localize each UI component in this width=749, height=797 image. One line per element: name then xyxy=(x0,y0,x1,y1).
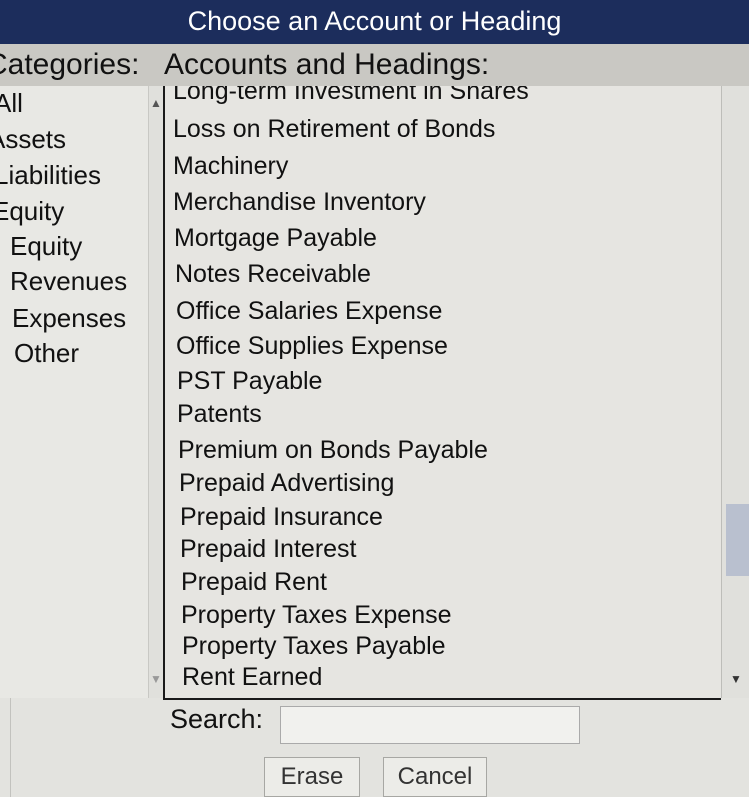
accounts-list[interactable]: Long-term Investment in Shares Loss on R… xyxy=(163,86,721,700)
scroll-down-arrow-icon[interactable]: ▼ xyxy=(149,672,163,686)
category-item-revenues[interactable]: Revenues xyxy=(10,266,127,297)
list-item[interactable]: Office Supplies Expense xyxy=(176,331,448,361)
list-item[interactable]: Rent Earned xyxy=(182,662,322,692)
list-item[interactable]: PST Payable xyxy=(177,366,322,396)
list-item[interactable]: Machinery xyxy=(173,151,288,181)
search-label: Search: xyxy=(170,704,264,734)
accounts-heading: Accounts and Headings: xyxy=(164,48,490,81)
list-item[interactable]: Merchandise Inventory xyxy=(173,187,426,217)
search-input[interactable] xyxy=(280,706,580,744)
category-item-equity-sub[interactable]: Equity xyxy=(10,231,82,262)
accounts-scroll-thumb[interactable] xyxy=(726,504,749,576)
category-item-all[interactable]: All xyxy=(0,88,23,119)
list-item[interactable]: Mortgage Payable xyxy=(174,223,377,253)
list-item[interactable]: Patents xyxy=(177,399,262,429)
list-item[interactable]: Prepaid Advertising xyxy=(179,468,394,498)
account-chooser-window: Choose an Account or Heading Categories:… xyxy=(0,0,749,797)
accounts-scrollbar[interactable]: ▼ xyxy=(721,86,749,698)
list-item[interactable]: Premium on Bonds Payable xyxy=(178,435,488,465)
list-item[interactable]: Prepaid Insurance xyxy=(180,502,383,532)
category-item-other[interactable]: Other xyxy=(14,338,79,369)
list-item[interactable]: Prepaid Interest xyxy=(180,534,357,564)
cancel-button[interactable]: Cancel xyxy=(383,757,487,797)
categories-heading: Categories: xyxy=(0,48,140,81)
category-item-expenses[interactable]: Expenses xyxy=(12,303,126,334)
categories-scrollbar[interactable]: ▲ ▼ xyxy=(148,86,163,698)
list-item[interactable]: Long-term Investment in Shares xyxy=(173,86,529,106)
window-title: Choose an Account or Heading xyxy=(0,0,749,44)
list-item[interactable]: Property Taxes Expense xyxy=(181,600,452,630)
list-item[interactable]: Prepaid Rent xyxy=(181,567,327,597)
list-item[interactable]: Notes Receivable xyxy=(175,259,371,289)
erase-button[interactable]: Erase xyxy=(264,757,360,797)
list-item[interactable]: Office Salaries Expense xyxy=(176,296,442,326)
scroll-down-arrow-icon[interactable]: ▼ xyxy=(726,672,746,686)
column-headings: Categories: Accounts and Headings: xyxy=(0,44,749,87)
category-item-liabilities[interactable]: Liabilities xyxy=(0,160,101,191)
scroll-up-arrow-icon[interactable]: ▲ xyxy=(149,96,163,110)
categories-list[interactable]: All Assets Liabilities Equity Equity Rev… xyxy=(0,86,150,698)
list-item[interactable]: Loss on Retirement of Bonds xyxy=(173,114,495,144)
category-item-assets[interactable]: Assets xyxy=(0,124,66,155)
category-item-equity[interactable]: Equity xyxy=(0,196,64,227)
panel-edge xyxy=(0,698,11,797)
list-item[interactable]: Property Taxes Payable xyxy=(182,631,446,661)
